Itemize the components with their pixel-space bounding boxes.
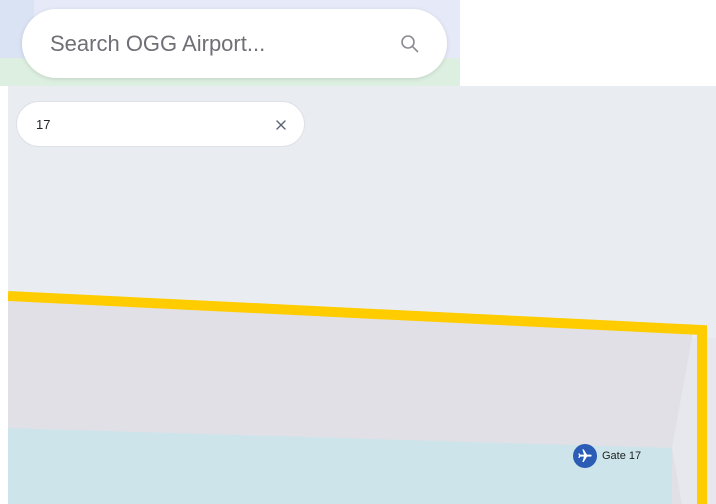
filter-input[interactable]: 17 [16, 101, 305, 147]
map-view[interactable] [8, 86, 716, 504]
map-canvas [8, 291, 716, 504]
gate-label[interactable]: Gate 17 [602, 450, 641, 463]
top-map-view[interactable]: Search OGG Airport... [0, 0, 460, 86]
search-placeholder[interactable]: Search OGG Airport... [50, 31, 265, 57]
filter-value[interactable]: 17 [36, 117, 50, 133]
page: Search OGG Airport... 17 Gate 17 [0, 0, 716, 504]
search-icon[interactable] [400, 34, 420, 54]
close-icon[interactable] [273, 117, 289, 133]
airport-search-bar[interactable]: Search OGG Airport... [22, 9, 447, 78]
airplane-icon[interactable] [573, 444, 597, 468]
gate-marker[interactable]: Gate 17 [573, 444, 641, 468]
